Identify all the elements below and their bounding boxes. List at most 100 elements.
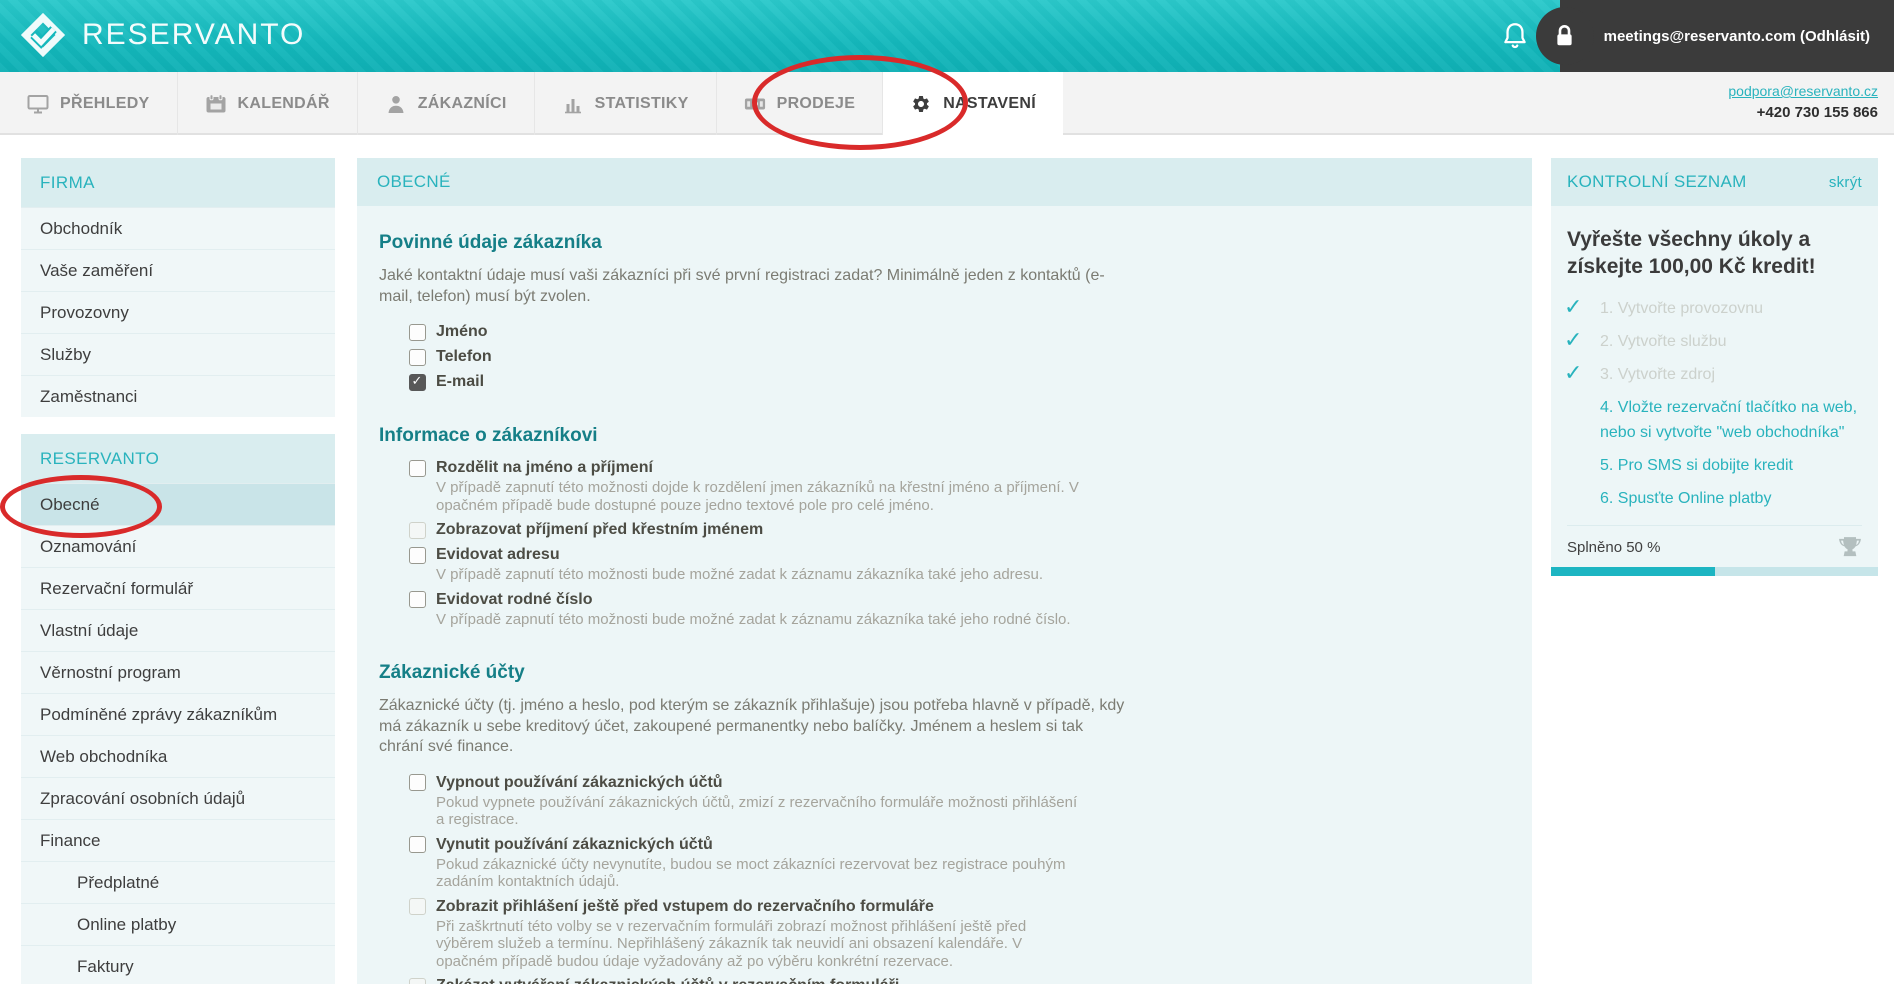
option-zobrazit-prihlaseni-jeste-pred-vstupem: Zobrazit přihlášení ještě před vstupem d… [409,898,1502,971]
settings-main-panel: OBECNÉ Povinné údaje zákazníkaJaké konta… [357,158,1532,984]
option-evidovat-rodne-cislo: Evidovat rodné čísloV případě zapnutí té… [409,591,1502,629]
logged-in-user[interactable]: meetings@reservanto.com (Odhlásit) [1604,28,1870,45]
tab-prehledy[interactable]: PŘEHLEDY [0,72,177,135]
check-icon: ✓ [1564,329,1600,354]
sidebar-item-zamestnanci[interactable]: Zaměstnanci [21,375,335,417]
sidebar-item-sluzby[interactable]: Služby [21,333,335,375]
check-placeholder [1564,486,1600,511]
option-evidovat-adresu: Evidovat adresu V případě zapnutí této mo… [409,546,1502,584]
progress-fill [1551,567,1715,576]
sidebar-item-vlastni-udaje[interactable]: Vlastní údaje [21,609,335,651]
option-label: Evidovat rodné číslo [436,591,592,609]
checkbox-vypnout-pouzivani-zakaznickych-uctu[interactable] [409,774,426,791]
sidebar-section-title: RESERVANTO [21,434,335,483]
option-help: V případě zapnutí této možnosti dojde k … [436,479,1084,514]
checklist-item-label: 2. Vytvořte službu [1600,329,1727,354]
checklist-item-label: 5. Pro SMS si dobijte kredit [1600,453,1793,478]
banknote-icon [744,94,766,114]
support-contact: podpora@reservanto.cz +420 730 155 866 [1728,81,1878,123]
section-heading: Povinné údaje zákazníka [379,232,1502,254]
section-intro: Jaké kontaktní údaje musí vaši zákazníci… [379,266,1127,307]
tab-label: STATISTIKY [595,95,689,113]
checkbox-rozdelit-na-jmeno-a-prijmeni[interactable] [409,460,426,477]
option-jmeno: Jméno [409,323,1502,341]
section-heading: Zákaznické účty [379,662,1502,684]
tab-kalendar[interactable]: KALENDÁŘ [177,72,357,135]
checkbox-zakazat-vytvareni-zakaznickych-uctu [409,978,426,984]
tab-label: ZÁKAZNÍCI [418,95,507,113]
option-help: V případě zapnutí této možnosti bude mož… [436,566,1084,584]
notifications-bell-icon[interactable] [1499,20,1531,52]
sidebar-item-rezervacni-formular[interactable]: Rezervační formulář [21,567,335,609]
sidebar-section-reservanto: RESERVANTOObecnéOznamováníRezervační for… [21,434,335,984]
sidebar-item-web-obchodnika[interactable]: Web obchodníka [21,735,335,777]
option-zobrazovat-prijmeni-pred-krestnim-jmenem: Zobrazovat příjmení před křestním jménem [409,521,1502,539]
settings-sections: Povinné údaje zákazníka Jaké kontaktní úd… [357,206,1532,984]
checkbox-telefon[interactable] [409,349,426,366]
checklist-items: ✓1. Vytvořte provozovnu✓2. Vytvořte služ… [1567,296,1862,511]
checklist-item-6[interactable]: 6. Spusťte Online platby [1567,486,1862,511]
option-label: Zakázat vytváření zákaznických účtů v re… [436,977,899,984]
checklist-panel: KONTROLNÍ SEZNAM skrýt Vyřešte všechny ú… [1551,158,1878,576]
checklist-body: Vyřešte všechny úkoly a získejte 100,00 … [1551,206,1878,576]
hide-checklist-link[interactable]: skrýt [1829,174,1862,191]
reservanto-logo: RESERVANTO [18,10,305,60]
sidebar-item-oznamovani[interactable]: Oznamování [21,525,335,567]
sidebar-item-faktury[interactable]: Faktury [21,945,335,984]
checklist-item-label: 4. Vložte rezervační tlačítko na web, ne… [1600,395,1862,445]
option-label: Evidovat adresu [436,546,560,564]
checklist-heading: Vyřešte všechny úkoly a získejte 100,00 … [1567,226,1862,280]
checklist-item-label: 1. Vytvořte provozovnu [1600,296,1763,321]
tab-statistiky[interactable]: STATISTIKY [534,72,716,135]
option-zakazat-vytvareni-zakaznickych-uctu: Zakázat vytváření zákaznických účtů v re… [409,977,1502,984]
sidebar-item-obecne[interactable]: Obecné [21,483,335,525]
option-label: E-mail [436,373,484,391]
option-label: Telefon [436,348,492,366]
tab-label: KALENDÁŘ [238,95,330,113]
checklist-item-label: 6. Spusťte Online platby [1600,486,1771,511]
option-vypnout-pouzivani-zakaznickych-uctu: Vypnout používání zákaznických účtůPokud… [409,774,1502,829]
section-povinne-udaje-zakaznika: Povinné údaje zákazníka Jaké kontaktní úd… [379,232,1502,391]
section-zakaznicke-ucty: Zákaznické účtyZákaznické účty (tj. jmén… [379,662,1502,984]
sidebar-item-finance[interactable]: Finance [21,819,335,861]
sidebar-item-vernostni-program[interactable]: Věrnostní program [21,651,335,693]
sidebar-item-podminene-zpravy-zakaznikum[interactable]: Podmíněné zprávy zákazníkům [21,693,335,735]
check-placeholder [1564,453,1600,478]
option-help: Pokud vypnete používání zákaznických účt… [436,794,1084,829]
tab-nastaveni[interactable]: NASTAVENÍ [882,72,1063,135]
sidebar-item-zpracovani-osobnich-udaju[interactable]: Zpracování osobních údajů [21,777,335,819]
tab-zakaznici[interactable]: ZÁKAZNÍCI [357,72,534,135]
checkbox-e-mail[interactable] [409,374,426,391]
reservanto-app: RESERVANTO meetings@reservanto.com (Odhl… [0,0,1894,984]
sidebar-item-vase-zamereni[interactable]: Vaše zaměření [21,249,335,291]
option-label: Zobrazovat příjmení před křestním jménem [436,521,763,539]
option-telefon: Telefon [409,348,1502,366]
option-label: Vynutit používání zákaznických účtů [436,836,713,854]
sidebar-item-obchodnik[interactable]: Obchodník [21,207,335,249]
option-rozdelit-na-jmeno-a-prijmeni: Rozdělit na jméno a příjmeníV případě za… [409,459,1502,514]
sidebar-section-title: FIRMA [21,158,335,207]
support-email-link[interactable]: podpora@reservanto.cz [1728,81,1878,102]
check-icon: ✓ [1564,362,1600,387]
checkbox-zobrazovat-prijmeni-pred-krestnim-jmenem [409,522,426,539]
checkbox-evidovat-rodne-cislo[interactable] [409,591,426,608]
brand-name: RESERVANTO [82,18,305,52]
checkbox-evidovat-adresu[interactable] [409,547,426,564]
person-icon [385,94,407,114]
checkbox-jmeno[interactable] [409,324,426,341]
progress-bar [1551,567,1878,576]
checklist-item-3: ✓3. Vytvořte zdroj [1567,362,1862,387]
nav-tabs: PŘEHLEDY KALENDÁŘ ZÁKAZNÍCI STATISTIKY PRODE… [0,72,1894,135]
sidebar-item-online-platby[interactable]: Online platby [21,903,335,945]
sidebar-item-provozovny[interactable]: Provozovny [21,291,335,333]
tab-label: NASTAVENÍ [943,95,1036,113]
checklist-item-5[interactable]: 5. Pro SMS si dobijte kredit [1567,453,1862,478]
checkbox-vynutit-pouzivani-zakaznickych-uctu[interactable] [409,836,426,853]
option-e-mail: E-mail [409,373,1502,391]
check-icon: ✓ [1564,296,1600,321]
tab-prodeje[interactable]: PRODEJE [716,72,883,135]
section-heading: Informace o zákazníkovi [379,425,1502,447]
user-account-block[interactable]: meetings@reservanto.com (Odhlásit) [1560,0,1894,72]
sidebar-item-predplatne[interactable]: Předplatné [21,861,335,903]
checklist-item-4[interactable]: 4. Vložte rezervační tlačítko na web, ne… [1567,395,1862,445]
